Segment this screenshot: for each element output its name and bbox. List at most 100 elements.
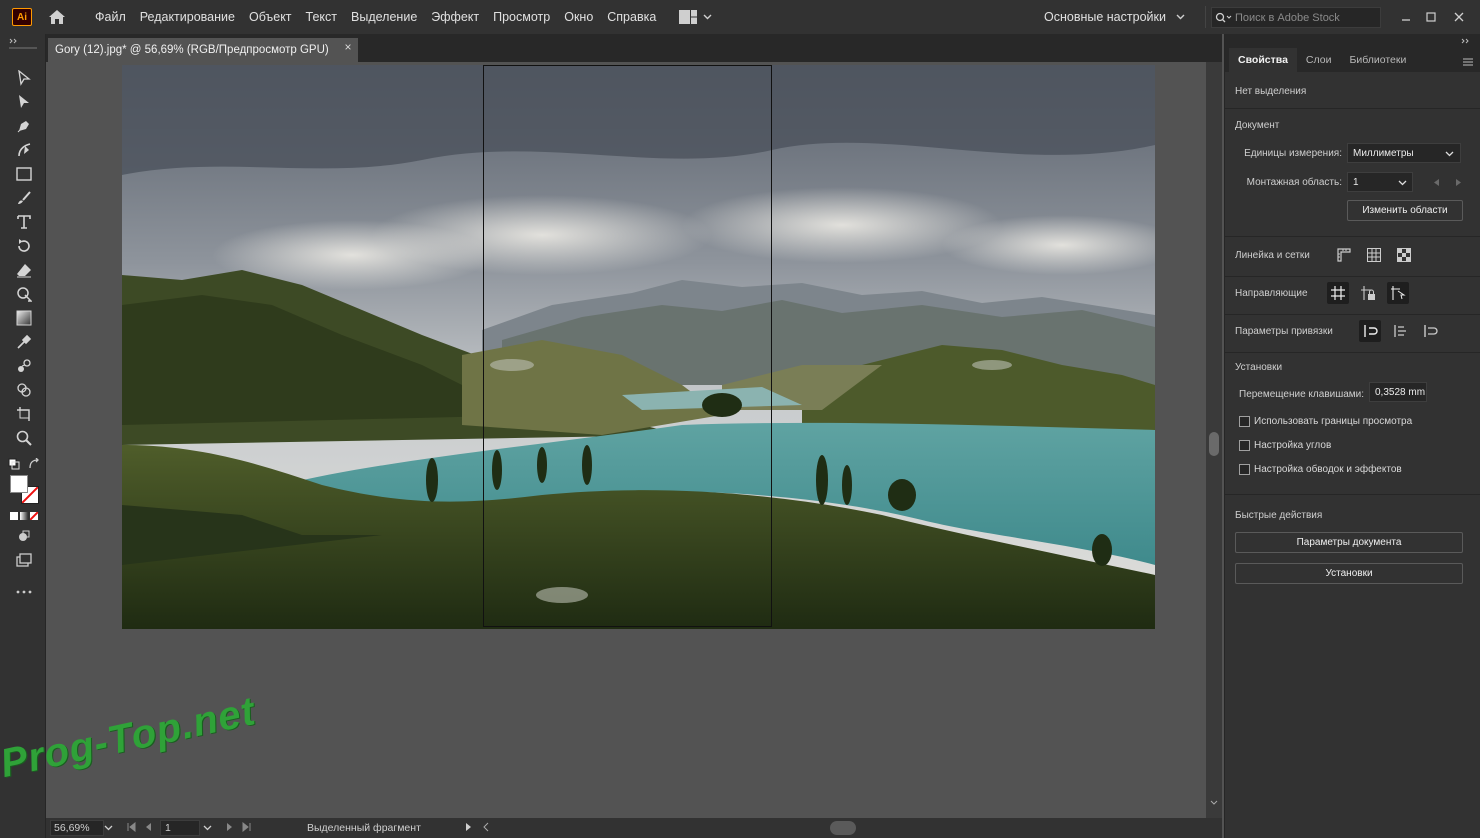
fill-stroke-swatch[interactable]	[9, 474, 39, 504]
menu-effect[interactable]: Эффект	[424, 0, 486, 34]
tab-layers[interactable]: Слои	[1297, 48, 1341, 72]
previous-artboard-icon[interactable]	[144, 822, 152, 832]
blend-icon	[18, 359, 31, 372]
scale-strokes-effects-checkbox[interactable]: Настройка обводок и эффектов	[1239, 464, 1402, 475]
menu-edit[interactable]: Редактирование	[133, 0, 242, 34]
menu-object[interactable]: Объект	[242, 0, 299, 34]
last-artboard-icon[interactable]	[242, 822, 252, 832]
shape-builder-tool[interactable]	[12, 380, 36, 400]
eyedropper-tool[interactable]	[12, 332, 36, 352]
keyboard-increment-field[interactable]: 0,3528 mm	[1369, 382, 1427, 402]
artboard-number-field[interactable]: 1	[160, 820, 200, 836]
chevron-down-icon	[1398, 180, 1407, 186]
status-menu-icon[interactable]	[465, 822, 473, 832]
menu-file[interactable]: Файл	[88, 0, 133, 34]
edit-artboards-button[interactable]: Изменить области	[1347, 200, 1463, 221]
tab-libraries[interactable]: Библиотеки	[1340, 48, 1415, 72]
rotate-tool[interactable]	[12, 236, 36, 256]
tab-properties[interactable]: Свойства	[1229, 48, 1297, 72]
menu-help[interactable]: Справка	[600, 0, 663, 34]
show-guides-button[interactable]	[1327, 282, 1349, 304]
blend-tool[interactable]	[12, 356, 36, 376]
previous-artboard-icon[interactable]	[1433, 178, 1440, 187]
preferences-heading: Установки	[1235, 362, 1283, 373]
direct-selection-tool[interactable]	[12, 92, 36, 112]
screen-mode-button[interactable]	[12, 550, 36, 570]
document-tab[interactable]: Gory (12).jpg* @ 56,69% (RGB/Предпросмот…	[48, 38, 358, 62]
snap-to-point-button[interactable]	[1359, 320, 1381, 342]
artboard-frame[interactable]	[483, 65, 772, 627]
document-heading: Документ	[1235, 120, 1280, 131]
menu-view[interactable]: Просмотр	[486, 0, 557, 34]
vertical-scroll-thumb[interactable]	[1209, 432, 1219, 456]
collapse-panel-icon[interactable]	[9, 38, 19, 44]
maximize-button[interactable]	[1419, 0, 1443, 34]
units-dropdown[interactable]: Миллиметры	[1347, 143, 1461, 163]
checkbox-box[interactable]	[1239, 464, 1250, 475]
artboard-tool[interactable]	[12, 404, 36, 424]
transparency-grid-button[interactable]	[1393, 244, 1415, 266]
smart-guides-button[interactable]	[1387, 282, 1409, 304]
artboard-dropdown-icon[interactable]	[203, 825, 212, 831]
ruler-icon	[1337, 248, 1351, 262]
arrange-documents-button[interactable]	[679, 10, 712, 24]
gradient-tool[interactable]	[12, 308, 36, 328]
selection-tool[interactable]	[12, 68, 36, 88]
checkbox-box[interactable]	[1239, 416, 1250, 427]
first-artboard-icon[interactable]	[126, 822, 136, 832]
quick-actions-heading: Быстрые действия	[1235, 510, 1323, 521]
preferences-button[interactable]: Установки	[1235, 563, 1463, 584]
puppet-warp-tool[interactable]	[12, 284, 36, 304]
fill-swatch[interactable]	[10, 475, 28, 493]
draw-mode-button[interactable]	[12, 526, 36, 546]
curvature-tool[interactable]	[12, 140, 36, 160]
checkbox-label: Использовать границы просмотра	[1254, 416, 1413, 427]
eraser-tool[interactable]	[12, 260, 36, 280]
lock-guides-button[interactable]	[1357, 282, 1379, 304]
scale-corners-checkbox[interactable]: Настройка углов	[1239, 440, 1331, 451]
zoom-field[interactable]: 56,69%	[50, 820, 104, 836]
grid-icon	[1367, 248, 1381, 262]
panel-grip[interactable]	[9, 47, 37, 49]
paintbrush-tool[interactable]	[12, 188, 36, 208]
next-artboard-icon[interactable]	[226, 822, 234, 832]
menu-window[interactable]: Окно	[557, 0, 600, 34]
zoom-tool[interactable]	[12, 428, 36, 448]
close-tab-button[interactable]: ×	[342, 40, 354, 54]
document-setup-button[interactable]: Параметры документа	[1235, 532, 1463, 553]
menu-type[interactable]: Текст	[299, 0, 344, 34]
gradient-mode-icon[interactable]	[20, 512, 28, 520]
close-window-button[interactable]	[1447, 0, 1471, 34]
pen-tool[interactable]	[12, 116, 36, 136]
snap-to-glyph-button[interactable]	[1419, 320, 1441, 342]
artboard-dropdown[interactable]: 1	[1347, 172, 1413, 192]
checkbox-box[interactable]	[1239, 440, 1250, 451]
workspace-switcher[interactable]: Основные настройки	[1044, 0, 1185, 34]
minimize-button[interactable]	[1394, 0, 1418, 34]
collapse-panel-icon[interactable]	[1461, 38, 1471, 44]
horizontal-scroll-thumb[interactable]	[830, 821, 856, 835]
color-mode-buttons[interactable]	[10, 512, 38, 520]
app-logo: Ai	[12, 8, 32, 26]
menu-select[interactable]: Выделение	[344, 0, 424, 34]
edit-toolbar-button[interactable]	[12, 582, 36, 602]
grid-button[interactable]	[1363, 244, 1385, 266]
use-preview-bounds-checkbox[interactable]: Использовать границы просмотра	[1239, 416, 1412, 427]
next-artboard-icon[interactable]	[1455, 178, 1462, 187]
rectangle-tool[interactable]	[12, 164, 36, 184]
color-mode-icon[interactable]	[10, 512, 18, 520]
panel-menu-icon[interactable]	[1463, 58, 1473, 66]
stock-search[interactable]	[1211, 7, 1381, 28]
scroll-left-icon[interactable]	[482, 822, 490, 832]
type-tool[interactable]	[12, 212, 36, 232]
search-input[interactable]	[1235, 11, 1375, 24]
home-icon[interactable]	[46, 6, 68, 28]
scroll-down-icon[interactable]	[1210, 800, 1218, 806]
curvature-icon	[18, 143, 31, 157]
snap-to-pixel-button[interactable]	[1389, 320, 1411, 342]
rotate-icon	[18, 239, 30, 252]
none-mode-icon[interactable]	[30, 512, 38, 520]
fill-stroke-toggle[interactable]	[8, 454, 40, 474]
rulers-button[interactable]	[1333, 244, 1355, 266]
zoom-dropdown-icon[interactable]	[104, 825, 113, 831]
